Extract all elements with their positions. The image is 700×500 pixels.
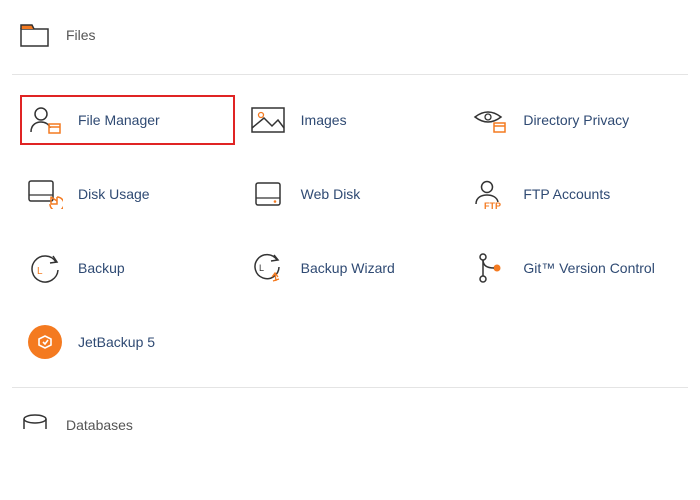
tile-directory-privacy[interactable]: Directory Privacy — [465, 95, 680, 145]
tile-backup-wizard[interactable]: L Backup Wizard — [243, 243, 458, 293]
tile-label: JetBackup 5 — [78, 334, 155, 350]
file-manager-icon — [26, 103, 64, 137]
files-grid: File Manager Images — [12, 75, 688, 387]
tile-label: Directory Privacy — [523, 112, 629, 128]
directory-privacy-icon — [471, 103, 509, 137]
databases-section-title: Databases — [66, 417, 133, 433]
disk-usage-icon — [26, 177, 64, 211]
tile-disk-usage[interactable]: Disk Usage — [20, 169, 235, 219]
web-disk-icon — [249, 177, 287, 211]
git-icon — [471, 251, 509, 285]
files-section: Files File Manager — [0, 0, 700, 442]
databases-section-header: Databases — [12, 388, 688, 442]
svg-text:FTP: FTP — [484, 201, 501, 210]
tile-label: Backup Wizard — [301, 260, 395, 276]
tile-label: File Manager — [78, 112, 160, 128]
jetbackup-icon — [26, 325, 64, 359]
tile-label: Disk Usage — [78, 186, 150, 202]
tile-git-version-control[interactable]: Git™ Version Control — [465, 243, 680, 293]
files-section-title: Files — [66, 27, 96, 43]
tile-images[interactable]: Images — [243, 95, 458, 145]
tile-label: Web Disk — [301, 186, 361, 202]
tile-file-manager[interactable]: File Manager — [20, 95, 235, 145]
tile-label: FTP Accounts — [523, 186, 610, 202]
folder-icon — [16, 18, 54, 52]
tile-web-disk[interactable]: Web Disk — [243, 169, 458, 219]
tile-label: Git™ Version Control — [523, 260, 655, 276]
database-icon — [16, 408, 54, 442]
tile-backup[interactable]: L Backup — [20, 243, 235, 293]
tile-ftp-accounts[interactable]: FTP FTP Accounts — [465, 169, 680, 219]
svg-text:L: L — [259, 263, 264, 273]
tile-label: Images — [301, 112, 347, 128]
tile-label: Backup — [78, 260, 125, 276]
tile-jetbackup-5[interactable]: JetBackup 5 — [20, 317, 235, 367]
files-section-header: Files — [12, 0, 688, 74]
backup-wizard-icon: L — [249, 251, 287, 285]
ftp-accounts-icon: FTP — [471, 177, 509, 211]
images-icon — [249, 103, 287, 137]
backup-icon: L — [26, 251, 64, 285]
svg-text:L: L — [37, 266, 43, 277]
